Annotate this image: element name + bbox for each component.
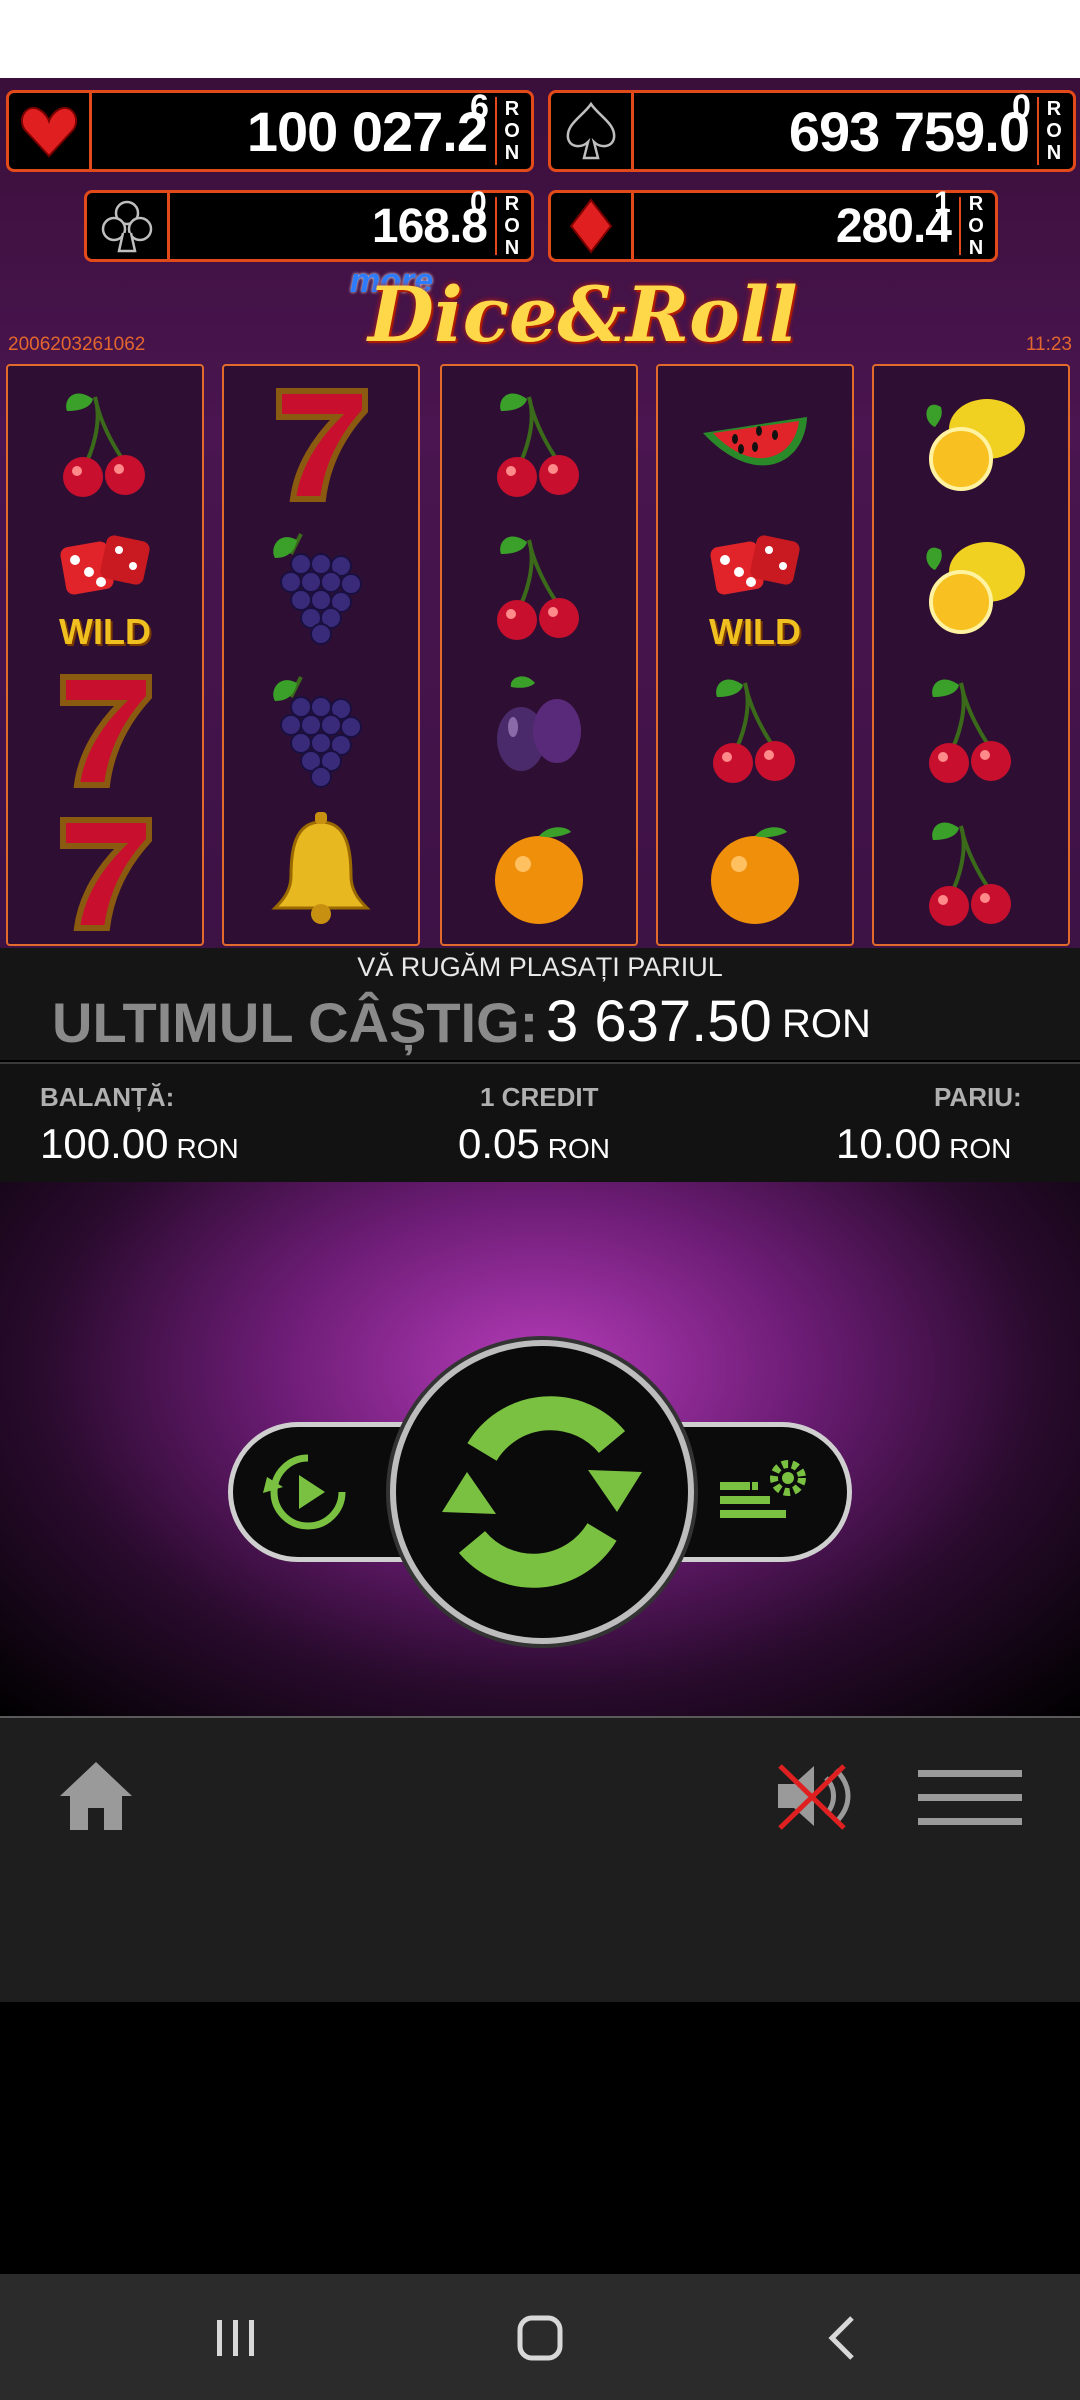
wild-label: WILD [59, 611, 151, 652]
home-button[interactable] [56, 1756, 136, 1836]
jackpot-currency: RON [495, 97, 527, 165]
jackpot-currency: RON [1037, 97, 1069, 165]
jackpot-value: 100 027.2 [246, 99, 488, 163]
heart-icon [9, 93, 92, 169]
orange-icon [711, 827, 799, 924]
balance-label: BALANȚĂ: [40, 1082, 175, 1112]
orange-icon [495, 827, 583, 924]
wild-label: WILD [709, 611, 801, 652]
jackpot-diamond: 280.4 RON [548, 190, 998, 262]
reel-symbol-lemon [874, 515, 1068, 655]
reel-symbol-cherries [8, 372, 202, 512]
game-logo: Dice&Roll [368, 270, 798, 359]
seven-icon [60, 674, 152, 788]
jackpot-rolling-digit: 1 [934, 186, 951, 219]
last-win-label: ULTIMUL CÂȘTIG: [52, 991, 539, 1054]
grapes-icon [273, 676, 362, 788]
cherries-icon [929, 679, 1011, 783]
diamond-icon [551, 193, 634, 259]
jackpot-club: 168.8 RON [84, 190, 534, 262]
empty-strip [0, 1876, 1080, 2002]
sound-muted-icon [778, 1764, 851, 1830]
credit-label: 1 CREDIT [480, 1082, 599, 1112]
reel-symbol-cherries [442, 515, 636, 655]
reel-1: WILD [6, 364, 204, 946]
reel-symbol-dice-wild: WILD [658, 515, 852, 655]
cherries-icon [497, 393, 579, 497]
machine-id: 2006203261062 [8, 334, 146, 355]
reel-symbol-cherries [442, 372, 636, 512]
credit-value: 0.05 RON [458, 1120, 610, 1167]
bet-value[interactable]: 10.00 RON [836, 1120, 1011, 1168]
status-bar [0, 0, 1080, 78]
reel-symbol-seven [8, 801, 202, 941]
clock: 11:23 [1025, 334, 1072, 355]
reel-symbol-seven [224, 372, 418, 512]
lemon-icon [926, 399, 1025, 491]
reel-3 [440, 364, 638, 946]
jackpot-currency: RON [959, 193, 991, 259]
spade-icon [551, 93, 634, 169]
menu-button[interactable] [916, 1766, 1024, 1830]
home-nav-icon [517, 2315, 563, 2361]
jackpot-rolling-digit: 0 [1012, 88, 1031, 126]
spin-icon [442, 1396, 642, 1588]
bell-icon [271, 812, 371, 924]
bet-settings-icon [720, 1460, 806, 1518]
seven-icon [276, 388, 368, 502]
recent-apps-icon [217, 2320, 254, 2356]
reel-symbol-cherries [658, 658, 852, 798]
reel-symbol-bell [224, 801, 418, 941]
autoplay-icon [263, 1454, 346, 1530]
home-icon [60, 1762, 132, 1830]
cherries-icon [63, 393, 145, 497]
reel-symbol-lemon [874, 372, 1068, 512]
reel-symbol-seven [8, 658, 202, 798]
reel-symbol-watermelon [658, 372, 852, 512]
reel-symbol-grapes [224, 658, 418, 798]
last-win-currency: RON [782, 1002, 871, 1046]
jackpot-spade: 693 759.0 RON [548, 90, 1076, 172]
back-button[interactable] [792, 2300, 892, 2376]
reel-symbol-grapes [224, 515, 418, 655]
reel-5 [872, 364, 1070, 946]
reel-4: WILD [656, 364, 854, 946]
reel-symbol-plums [442, 658, 636, 798]
cherries-icon [713, 679, 795, 783]
jackpot-rolling-digit: 6 [470, 88, 489, 126]
reel-symbol-orange [442, 801, 636, 941]
sound-toggle-button[interactable] [772, 1756, 858, 1836]
reel-symbol-dice-wild: WILD [8, 515, 202, 655]
grapes-icon [273, 533, 362, 645]
reel-symbol-cherries [874, 801, 1068, 941]
spin-button[interactable] [390, 1340, 694, 1644]
status-message: VĂ RUGĂM PLASAȚI PARIUL [357, 952, 723, 982]
seven-icon [60, 817, 152, 931]
hamburger-menu-icon [918, 1770, 1022, 1825]
jackpot-heart: 100 027.2 RON [6, 90, 534, 172]
back-icon [828, 2316, 854, 2360]
club-icon [87, 193, 170, 259]
jackpot-value: 693 759.0 [788, 99, 1030, 163]
cherries-icon [497, 536, 579, 640]
reel-2 [222, 364, 420, 946]
jackpot-rolling-digit: 0 [470, 186, 487, 219]
lemon-icon [926, 542, 1025, 634]
watermelon-icon [703, 417, 807, 466]
home-nav-button[interactable] [490, 2300, 590, 2376]
last-win-value: 3 637.50 [546, 989, 772, 1054]
cherries-icon [929, 822, 1011, 926]
recent-apps-button[interactable] [186, 2300, 286, 2376]
reel-symbol-orange [658, 801, 852, 941]
plums-icon [497, 676, 581, 771]
reel-symbol-cherries [874, 658, 1068, 798]
balance-value: 100.00 RON [40, 1120, 239, 1167]
bet-label: PARIU: [934, 1082, 1022, 1112]
jackpot-currency: RON [495, 193, 527, 259]
